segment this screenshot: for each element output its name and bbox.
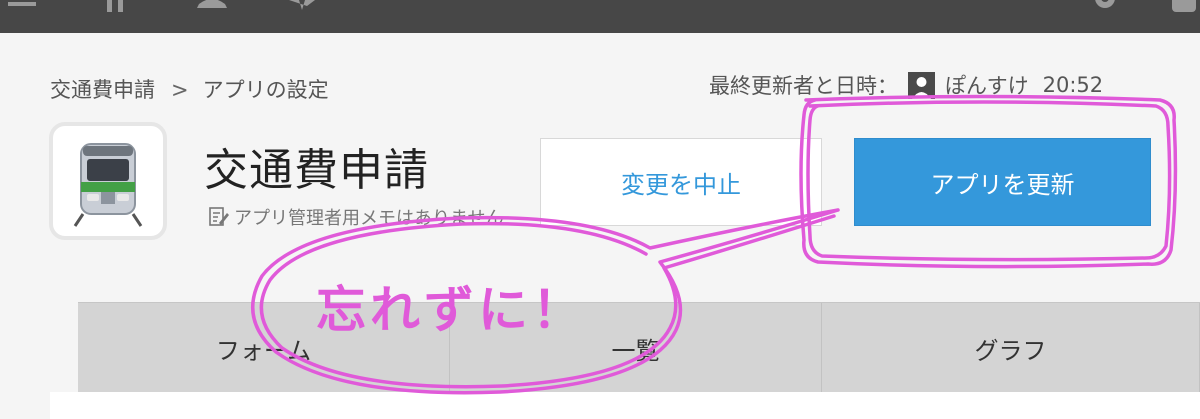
menu-icon[interactable] (8, 0, 38, 16)
avatar (908, 71, 935, 99)
page-title: 交通費申請 (204, 145, 429, 196)
top-navigation-bar (0, 0, 1200, 33)
pin-icon[interactable] (104, 0, 128, 16)
tab-list[interactable]: 一覧 (450, 303, 822, 393)
app-description-text: アプリ管理者用メモはありません (234, 208, 504, 229)
gear-icon[interactable] (1085, 0, 1125, 16)
train-icon (73, 143, 143, 227)
tab-graph[interactable]: グラフ (822, 303, 1200, 393)
settings-tabs: フォーム 一覧 グラフ (78, 302, 1200, 393)
user-menu-icon[interactable] (1168, 0, 1200, 16)
breadcrumb: 交通費申請 > アプリの設定 (50, 74, 329, 104)
breadcrumb-current: アプリの設定 (202, 78, 329, 102)
memo-icon (209, 207, 229, 226)
cancel-changes-button[interactable]: 変更を中止 (540, 138, 822, 226)
modified-time: 20:52 (1042, 73, 1104, 97)
settings-panel (50, 392, 1200, 419)
modified-user-name[interactable]: ぽんすけ (945, 70, 1029, 100)
tab-form[interactable]: フォーム (78, 303, 450, 393)
update-app-button[interactable]: アプリを更新 (854, 138, 1151, 226)
last-modified-label: 最終更新者と日時： (709, 74, 898, 98)
star-icon[interactable] (287, 0, 317, 16)
last-modified-info: 最終更新者と日時： ぽんすけ 20:52 (709, 70, 1103, 100)
breadcrumb-app-link[interactable]: 交通費申請 (50, 78, 155, 102)
bell-icon[interactable] (195, 0, 229, 16)
app-description: アプリ管理者用メモはありません (206, 204, 503, 230)
breadcrumb-separator: > (171, 78, 189, 102)
app-icon (49, 122, 167, 240)
user-icon (908, 71, 935, 99)
